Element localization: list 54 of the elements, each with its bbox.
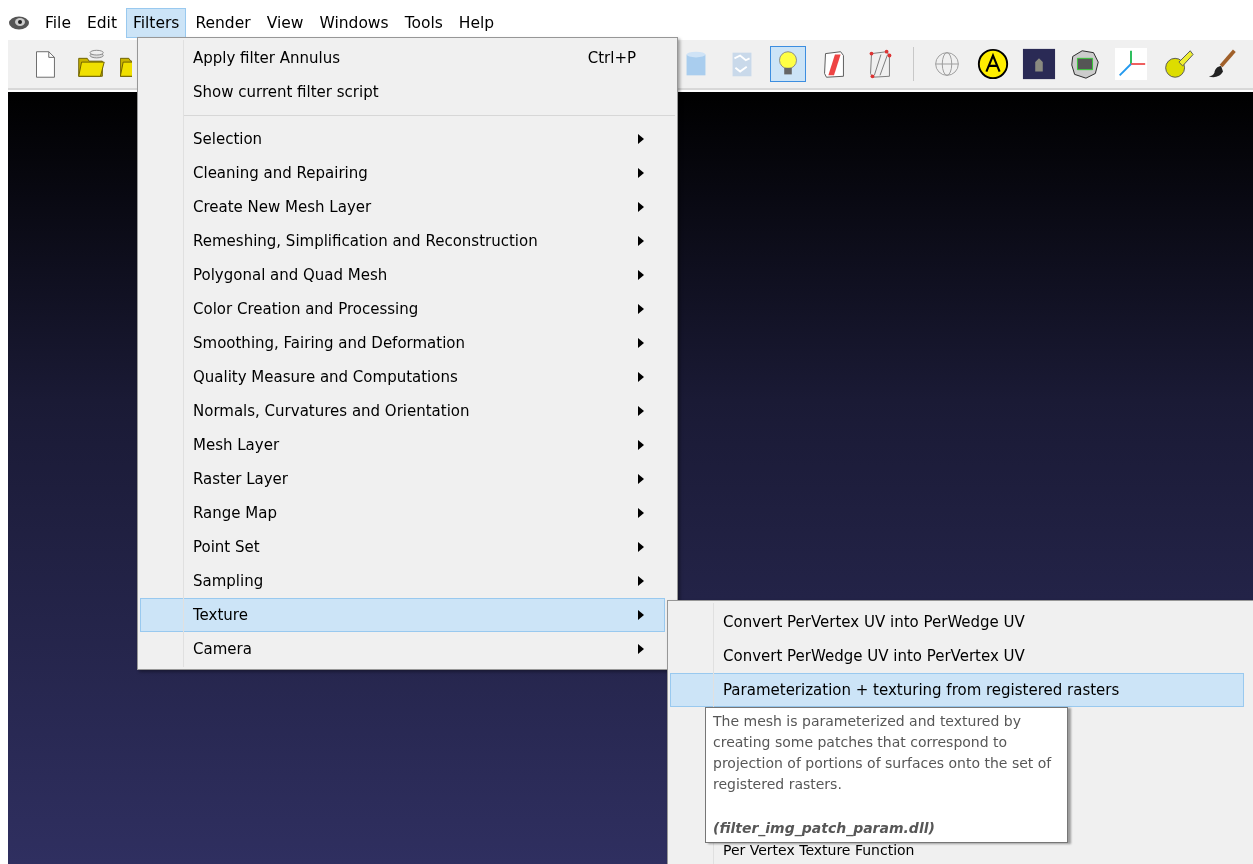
submenu-arrow-icon [638,236,644,246]
menu-item[interactable]: Polygonal and Quad Mesh [140,258,665,292]
submenu-arrow-icon [638,474,644,484]
submenu-arrow-icon [638,508,644,518]
menu-item[interactable]: Texture [140,598,665,632]
menu-item[interactable]: Mesh Layer [140,428,665,462]
menu-item[interactable]: File [38,8,78,38]
mesh-icon [1068,47,1102,81]
menu-item[interactable]: Normals, Curvatures and Orientation [140,394,665,428]
submenu-arrow-icon [638,270,644,280]
submenu-arrow-icon [638,610,644,620]
menu-item[interactable]: Remeshing, Simplification and Reconstruction [140,224,665,258]
submenu-arrow-icon [638,542,644,552]
submenu-arrow-icon [638,440,644,450]
shortcut-text: Ctrl+P [587,47,636,69]
menu-item[interactable]: Camera [140,632,665,666]
menu-item[interactable]: Edit [79,8,124,38]
annotate-icon [976,47,1010,81]
submenu-arrow-icon [638,304,644,314]
toolbar-button[interactable] [1021,46,1057,82]
menu-item[interactable]: Render [188,8,258,38]
menu-item[interactable]: Quality Measure and Computations [140,360,665,394]
menu-item[interactable]: Show current filter script [140,75,665,109]
axes-icon [1114,47,1148,81]
submenu-arrow-icon [638,134,644,144]
submenu-arrow-icon [638,406,644,416]
menu-item[interactable]: Convert PerWedge UV into PerVertex UV [670,639,1244,673]
menu-item[interactable]: Selection [140,122,665,156]
menu-item[interactable]: Tools [397,8,450,38]
menu-item[interactable]: Parameterization + texturing from registered rasters [670,673,1244,707]
toolbar-button[interactable] [975,46,1011,82]
menu-item[interactable]: Convert PerVertex UV into PerWedge UV [670,605,1244,639]
tooltip: The mesh is parameterized and textured by creating some patches that correspond to projection of portions of surfaces onto the set of registered rasters. (filter_img_patch_param.dll) [705,707,1068,843]
menu-item[interactable]: Point Set [140,530,665,564]
menu-item[interactable]: View [259,8,311,38]
menu-item[interactable]: Raster Layer [140,462,665,496]
app-logo-icon[interactable] [8,15,30,31]
submenu-arrow-icon [638,576,644,586]
menu-item[interactable]: Range Map [140,496,665,530]
source-text: (filter_img_patch_param.dll) [713,819,935,839]
submenu-arrow-icon [638,644,644,654]
menu-item[interactable]: Filters [125,8,187,38]
menu-item[interactable]: Smoothing, Fairing and Deformation [140,326,665,360]
submenu-arrow-icon [638,338,644,348]
submenu-arrow-icon [638,202,644,212]
menu-item[interactable]: Create New Mesh Layer [140,190,665,224]
menu-item[interactable]: Help [451,8,502,38]
submenu-arrow-icon [638,372,644,382]
menu-item[interactable]: Cleaning and Repairing [140,156,665,190]
raster-icon [1022,47,1056,81]
menu-item[interactable]: Sampling [140,564,665,598]
submenu-arrow-icon [638,168,644,178]
menu-item[interactable]: Windows [312,8,396,38]
menu-item[interactable]: Color Creation and Processing [140,292,665,326]
